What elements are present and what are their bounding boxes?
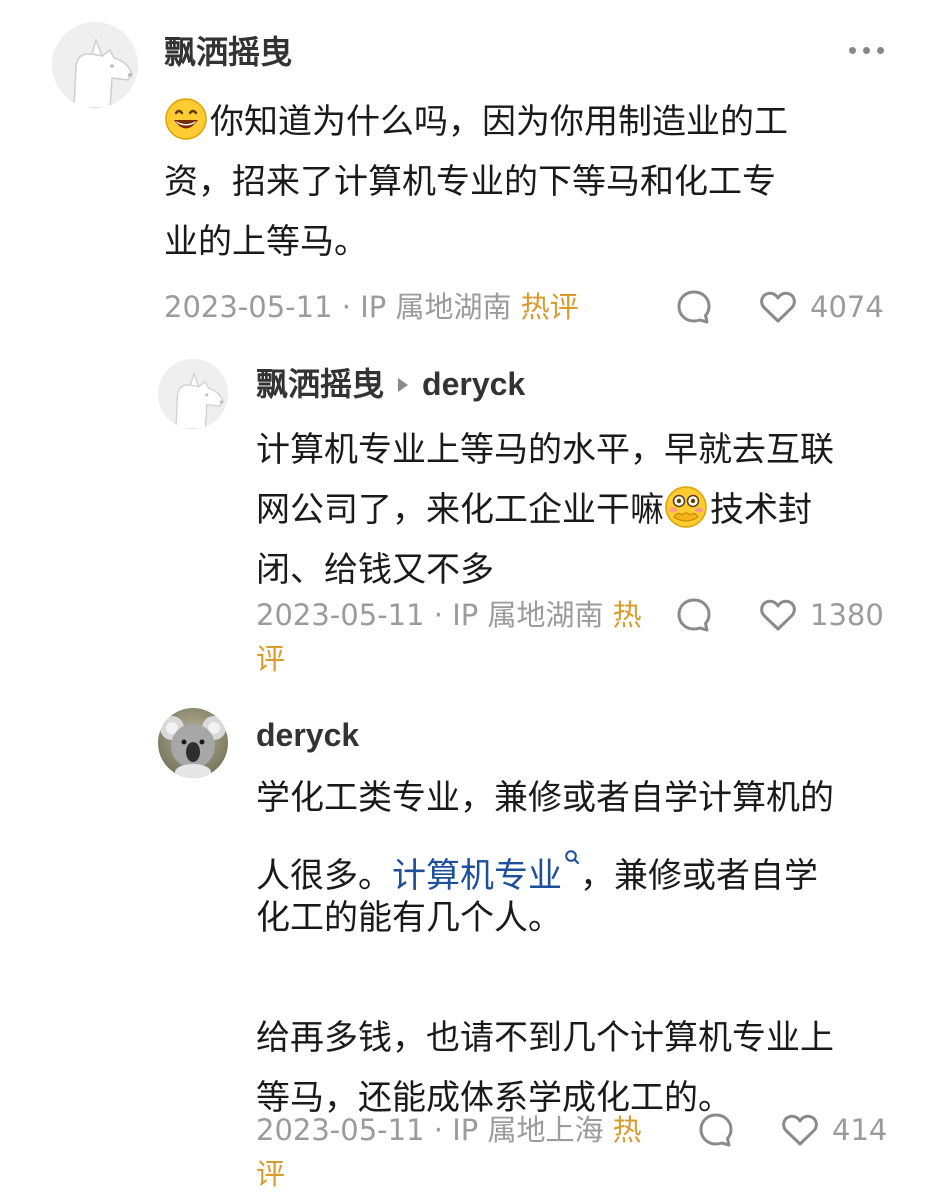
heart-icon: [760, 599, 796, 631]
reply-to-username[interactable]: deryck: [422, 364, 525, 404]
comment-text: 学化工类专业，兼修或者自学计算机的 人很多。计算机专业 ，兼修或者自学 化工的能有…: [256, 768, 834, 1128]
reply-button[interactable]: [697, 1107, 735, 1153]
comment-line: 化工的能有几个人。: [256, 898, 562, 938]
search-icon[interactable]: [564, 828, 580, 865]
comment-line: 计算机专业上等马的水平，早就去互联: [256, 430, 834, 470]
hot-comment-badge: 热: [612, 598, 642, 632]
comment-meta-wrap: 评: [256, 636, 285, 682]
comment-meta: 2023-05-11 · IP 属地湖南 热评: [164, 284, 579, 330]
username[interactable]: 飘洒摇曳: [256, 364, 384, 404]
comment-line: 你知道为什么吗，因为你用制造业的工: [210, 102, 788, 142]
comment-line: 闭、给钱又不多: [256, 550, 494, 590]
comment-line: 技术封: [710, 490, 812, 530]
comment-line: 业的上等马。: [164, 222, 368, 262]
avatar[interactable]: [158, 359, 228, 429]
heart-icon: [782, 1114, 818, 1146]
hot-comment-badge: 热: [612, 1113, 642, 1147]
reply-button[interactable]: [675, 592, 713, 638]
like-count: 1380: [810, 598, 884, 632]
dog-avatar-icon: [158, 359, 228, 429]
comment-bubble-icon: [699, 1113, 733, 1147]
like-button[interactable]: 4074: [758, 284, 884, 330]
comment-line: 给再多钱，也请不到几个计算机专业上: [256, 1018, 834, 1058]
timestamp-location: 2023-05-11 · IP 属地湖南: [256, 598, 604, 632]
comment-bubble-icon: [677, 290, 711, 324]
hot-comment-badge: 评: [256, 1157, 286, 1191]
username[interactable]: deryck: [256, 715, 359, 755]
avatar[interactable]: [158, 708, 228, 778]
comment-text: 你知道为什么吗，因为你用制造业的工 资，招来了计算机专业的下等马和化工专 业的上…: [164, 92, 788, 272]
timestamp-location: 2023-05-11 · IP 属地湖南: [164, 290, 512, 324]
comment-line: 学化工类专业，兼修或者自学计算机的: [256, 778, 834, 818]
hot-comment-badge: 热评: [520, 290, 579, 324]
dog-avatar-icon: [52, 22, 138, 108]
comment-line: ，兼修或者自学: [580, 856, 818, 896]
heart-icon: [760, 291, 796, 323]
koala-avatar-icon: [158, 708, 228, 778]
comment-meta: 2023-05-11 · IP 属地上海 热: [256, 1107, 642, 1153]
reply-arrow-icon: [398, 378, 409, 392]
comment-line: 网公司了，来化工企业干嘛: [256, 490, 664, 530]
like-count: 414: [832, 1113, 888, 1147]
comment-meta: 2023-05-11 · IP 属地湖南 热: [256, 592, 642, 638]
username[interactable]: 飘洒摇曳: [164, 32, 292, 72]
comment-line: 资，招来了计算机专业的下等马和化工专: [164, 162, 776, 202]
reply-header: 飘洒摇曳 deryck: [256, 364, 525, 404]
hot-comment-badge: 评: [256, 642, 286, 676]
hand-over-mouth-emoji-icon: [664, 485, 708, 529]
comment-bubble-icon: [677, 598, 711, 632]
more-options-icon[interactable]: [849, 47, 884, 54]
timestamp-location: 2023-05-11 · IP 属地上海: [256, 1113, 604, 1147]
comment-text: 计算机专业上等马的水平，早就去互联 网公司了，来化工企业干嘛 技术封 闭、给钱又…: [256, 420, 834, 600]
avatar[interactable]: [52, 22, 138, 108]
comment-meta-wrap: 评: [256, 1151, 285, 1197]
like-button[interactable]: 414: [780, 1107, 887, 1153]
reply-button[interactable]: [675, 284, 713, 330]
like-count: 4074: [810, 290, 884, 324]
like-button[interactable]: 1380: [758, 592, 884, 638]
grinning-face-emoji-icon: [164, 97, 208, 141]
